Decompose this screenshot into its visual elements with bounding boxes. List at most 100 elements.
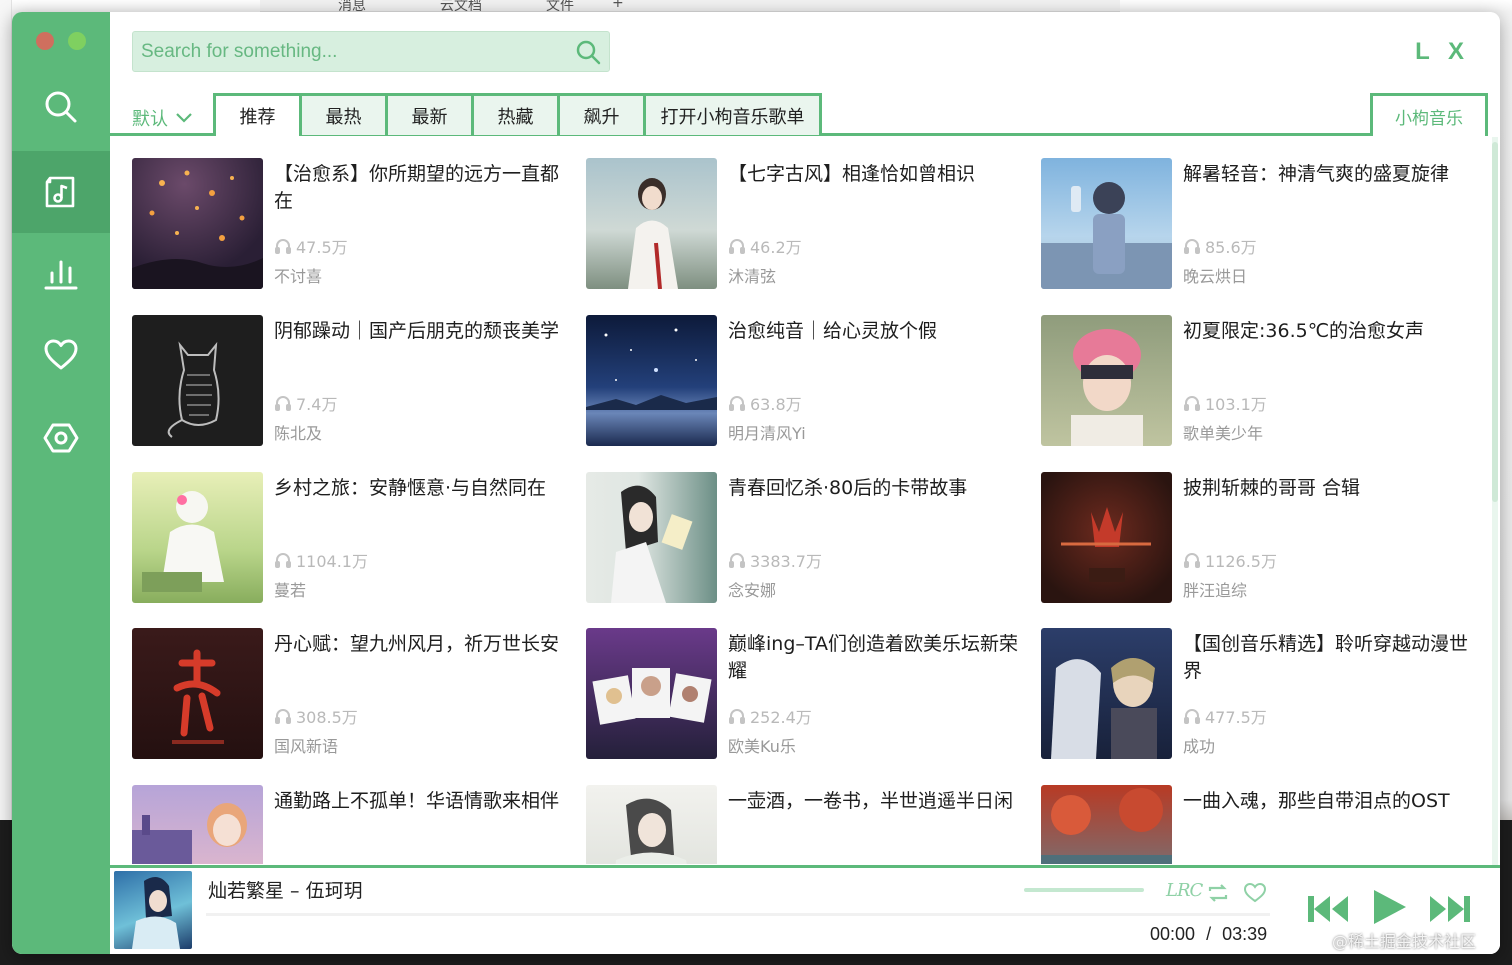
playlist-cover[interactable] bbox=[1041, 785, 1172, 864]
sidebar-item-music[interactable] bbox=[12, 151, 110, 233]
album-art-image bbox=[132, 877, 180, 949]
previous-track-icon[interactable] bbox=[1306, 892, 1350, 926]
playlist-cover[interactable] bbox=[586, 158, 717, 289]
tab-most-collected[interactable]: 热藏 bbox=[474, 93, 560, 135]
tab-xiaogou-music[interactable]: 小枸音乐 bbox=[1370, 93, 1488, 136]
playlist-title[interactable]: 治愈纯音｜给心灵放个假 bbox=[728, 318, 1018, 345]
tab-hottest[interactable]: 最热 bbox=[302, 93, 388, 135]
play-icon[interactable] bbox=[1370, 888, 1408, 926]
playlist-card[interactable]: 治愈纯音｜给心灵放个假 63.8万 明月清风Yi bbox=[586, 315, 1026, 447]
playlist-title[interactable]: 一曲入魂，那些自带泪点的OST bbox=[1183, 788, 1472, 815]
playlist-card[interactable]: 【治愈系】你所期望的远方一直都在 47.5万 不讨喜 bbox=[132, 158, 572, 290]
playlist-cover[interactable] bbox=[586, 785, 717, 864]
tab-recommend[interactable]: 推荐 bbox=[213, 93, 302, 136]
playlist-author[interactable]: 不讨喜 bbox=[274, 263, 322, 287]
playlist-cover[interactable] bbox=[132, 472, 263, 603]
headphones-icon bbox=[275, 709, 291, 724]
playlist-title[interactable]: 初夏限定:36.5℃的治愈女声 bbox=[1183, 318, 1472, 345]
sidebar-item-charts[interactable] bbox=[12, 232, 110, 314]
playback-progress-bar[interactable] bbox=[206, 913, 1270, 916]
playlist-card[interactable]: 【七字古风】相逢恰如曾相识 46.2万 沐清弦 bbox=[586, 158, 1026, 290]
sidebar-item-settings[interactable] bbox=[12, 397, 110, 479]
play-count-text: 1126.5万 bbox=[1205, 552, 1277, 571]
scrollbar-thumb[interactable] bbox=[1492, 142, 1498, 502]
playlist-cover[interactable] bbox=[586, 315, 717, 446]
playlist-card[interactable]: 通勤路上不孤单！华语情歌来相伴 bbox=[132, 785, 572, 864]
playlist-title[interactable]: 巅峰ing–TA们创造着欧美乐坛新荣耀 bbox=[728, 631, 1018, 685]
repeat-icon[interactable] bbox=[1206, 880, 1230, 906]
playlist-cover[interactable] bbox=[132, 315, 263, 446]
window-close-button[interactable] bbox=[36, 32, 54, 50]
playlist-card[interactable]: 青春回忆杀·80后的卡带故事 3383.7万 念安娜 bbox=[586, 472, 1026, 604]
headphones-icon bbox=[1184, 396, 1200, 411]
playlist-card[interactable]: 披荆斩棘的哥哥 合辑 1126.5万 胖汪追综 bbox=[1041, 472, 1472, 604]
background-tab: 消息 bbox=[338, 0, 366, 12]
playlist-author[interactable]: 晚云烘日 bbox=[1183, 263, 1247, 287]
playlist-author[interactable]: 歌单美少年 bbox=[1183, 420, 1263, 444]
playlist-author[interactable]: 蔓若 bbox=[274, 577, 306, 601]
ancient-scholar-cover-image bbox=[615, 798, 687, 864]
playlist-card[interactable]: 丹心赋：望九州风月，祈万世长安 308.5万 国风新语 bbox=[132, 628, 572, 760]
playlist-play-count: 477.5万 bbox=[1183, 704, 1267, 728]
playlist-title[interactable]: 通勤路上不孤单！华语情歌来相伴 bbox=[274, 788, 564, 815]
playlist-title[interactable]: 【国创音乐精选】聆听穿越动漫世界 bbox=[1183, 631, 1472, 685]
playlist-cover[interactable] bbox=[1041, 472, 1172, 603]
playlist-card[interactable]: 阴郁躁动｜国产后朋克的颓丧美学 7.4万 陈北及 bbox=[132, 315, 572, 447]
playlist-title[interactable]: 【七字古风】相逢恰如曾相识 bbox=[728, 161, 1018, 188]
sort-dropdown[interactable]: 默认 bbox=[132, 105, 192, 131]
playlist-title[interactable]: 一壶酒，一卷书，半世逍遥半日闲 bbox=[728, 788, 1018, 815]
playlist-author[interactable]: 陈北及 bbox=[274, 420, 322, 444]
playlist-author[interactable]: 成功 bbox=[1183, 733, 1215, 757]
now-playing-cover[interactable] bbox=[114, 871, 192, 949]
playlist-cover[interactable] bbox=[132, 158, 263, 289]
next-track-icon[interactable] bbox=[1428, 892, 1472, 926]
playlist-title[interactable]: 丹心赋：望九州风月，祈万世长安 bbox=[274, 631, 564, 658]
playlist-author[interactable]: 明月清风Yi bbox=[728, 420, 806, 444]
playlist-cover[interactable] bbox=[132, 785, 263, 864]
playlist-cover[interactable] bbox=[586, 472, 717, 603]
playlist-author[interactable]: 欧美Ku乐 bbox=[728, 733, 796, 757]
playlist-author[interactable]: 胖汪追综 bbox=[1183, 577, 1247, 601]
playlist-title[interactable]: 阴郁躁动｜国产后朋克的颓丧美学 bbox=[274, 318, 564, 345]
playlist-title[interactable]: 【治愈系】你所期望的远方一直都在 bbox=[274, 161, 564, 215]
playlist-cover[interactable] bbox=[1041, 315, 1172, 446]
playlist-card[interactable]: 解暑轻音：神清气爽的盛夏旋律 85.6万 晚云烘日 bbox=[1041, 158, 1472, 290]
playlist-author[interactable]: 国风新语 bbox=[274, 733, 338, 757]
search-input[interactable] bbox=[141, 40, 561, 63]
playlist-card[interactable]: 初夏限定:36.5℃的治愈女声 103.1万 歌单美少年 bbox=[1041, 315, 1472, 447]
playlist-card[interactable]: 一曲入魂，那些自带泪点的OST bbox=[1041, 785, 1472, 864]
search-icon bbox=[45, 91, 77, 123]
tab-open-playlist[interactable]: 打开小枸音乐歌单 bbox=[646, 93, 822, 135]
playlist-card[interactable]: 【国创音乐精选】聆听穿越动漫世界 477.5万 成功 bbox=[1041, 628, 1472, 760]
sidebar-item-favorites[interactable] bbox=[12, 314, 110, 396]
playlist-cover[interactable] bbox=[132, 628, 263, 759]
playlist-card[interactable]: 乡村之旅：安静惬意·与自然同在 1104.1万 蔓若 bbox=[132, 472, 572, 604]
sidebar-item-search[interactable] bbox=[12, 66, 110, 148]
playlist-title[interactable]: 披荆斩棘的哥哥 合辑 bbox=[1183, 475, 1472, 502]
tab-newest[interactable]: 最新 bbox=[388, 93, 474, 135]
lyrics-toggle-button[interactable]: LRC bbox=[1166, 880, 1203, 906]
tab-rising[interactable]: 飙升 bbox=[560, 93, 646, 135]
window-maximize-button[interactable] bbox=[68, 32, 86, 50]
play-count-text: 477.5万 bbox=[1205, 708, 1267, 727]
playlist-card[interactable]: 一壶酒，一卷书，半世逍遥半日闲 bbox=[586, 785, 1026, 864]
playlist-play-count: 103.1万 bbox=[1183, 391, 1267, 415]
play-count-text: 47.5万 bbox=[296, 238, 348, 257]
search-box[interactable] bbox=[132, 31, 610, 72]
sidebar bbox=[12, 12, 110, 954]
playlist-title[interactable]: 乡村之旅：安静惬意·与自然同在 bbox=[274, 475, 564, 502]
playlist-title[interactable]: 青春回忆杀·80后的卡带故事 bbox=[728, 475, 1018, 502]
search-icon[interactable] bbox=[575, 39, 601, 65]
playlist-title[interactable]: 解暑轻音：神清气爽的盛夏旋律 bbox=[1183, 161, 1472, 188]
playlist-author[interactable]: 念安娜 bbox=[728, 577, 776, 601]
playlist-author[interactable]: 沐清弦 bbox=[728, 263, 776, 287]
volume-slider[interactable] bbox=[1024, 888, 1144, 892]
playlist-cover[interactable] bbox=[586, 628, 717, 759]
playlist-cover[interactable] bbox=[1041, 628, 1172, 759]
playlist-card[interactable]: 巅峰ing–TA们创造着欧美乐坛新荣耀 252.4万 欧美Ku乐 bbox=[586, 628, 1026, 760]
comment-heart-icon[interactable] bbox=[1242, 880, 1268, 906]
playlist-cover[interactable] bbox=[1041, 158, 1172, 289]
portrait-cover-image bbox=[628, 178, 678, 289]
playback-time: 00:00 / 03:39 bbox=[1150, 924, 1267, 945]
playlist-play-count: 3383.7万 bbox=[728, 548, 822, 572]
